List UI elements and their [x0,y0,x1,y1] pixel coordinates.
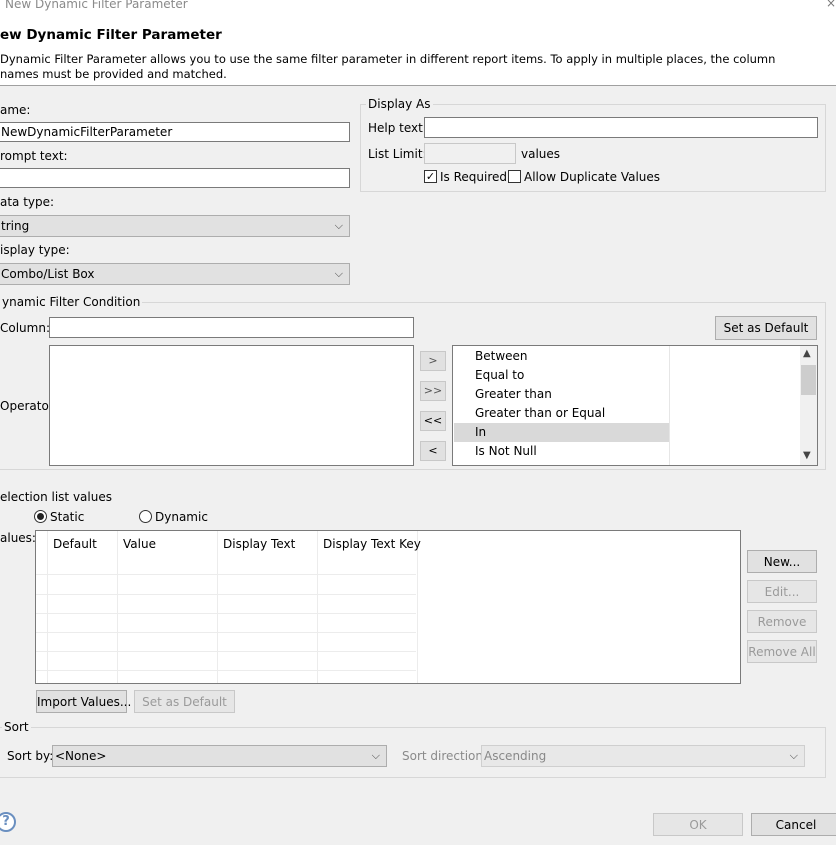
table-gridline [36,574,416,575]
available-operators-list[interactable]: Between Equal to Greater than Greater th… [452,345,818,466]
dialog-title: ew Dynamic Filter Parameter [0,27,222,43]
table-gridline [317,531,318,683]
sort-direction-value: Ascending [484,749,547,763]
data-type-value: tring [1,219,30,233]
remove-all-button[interactable]: Remove All [747,640,817,663]
static-label: Static [50,510,85,524]
scroll-down-icon[interactable]: ▼ [803,450,811,461]
check-icon: ✓ [425,170,436,183]
dynamic-radio[interactable] [139,510,152,523]
values-table[interactable]: Default Value Display Text Display Text … [35,530,741,684]
list-item[interactable]: Greater than or Equal [475,404,605,423]
add-all-operators-button[interactable]: >> [420,381,446,401]
list-item[interactable]: In [475,423,486,442]
sort-direction-label: Sort direction: [402,749,488,763]
display-type-select[interactable]: Combo/List Box ⌵ [0,263,350,285]
is-required-checkbox[interactable]: ✓ [424,170,437,183]
list-limit-label: List Limit: [368,147,427,161]
remove-button[interactable]: Remove [747,610,817,633]
table-gridline [417,531,418,683]
filter-condition-title: ynamic Filter Condition [0,295,143,309]
add-operator-button[interactable]: > [420,351,446,371]
dialog-header: ew Dynamic Filter Parameter Dynamic Filt… [0,12,836,86]
selected-row-highlight [454,423,669,442]
table-gridline [36,594,416,595]
column-header-value[interactable]: Value [123,537,156,551]
table-gridline [36,670,416,671]
list-item[interactable]: Greater than [475,385,552,404]
list-item[interactable]: Equal to [475,366,524,385]
scrollbar-thumb[interactable] [801,365,816,395]
sort-by-label: Sort by: [7,749,54,763]
table-gridline [36,632,416,633]
data-type-select[interactable]: tring ⌵ [0,215,350,237]
values-suffix: values [521,147,561,161]
allow-duplicate-label: Allow Duplicate Values [524,170,661,184]
import-values-button[interactable]: Import Values... [36,690,131,713]
list-item[interactable]: Between [475,347,528,366]
data-type-label: ata type: [0,195,55,209]
help-text-label: Help text: [368,121,427,135]
ok-button[interactable]: OK [653,813,743,836]
chevron-down-icon: ⌵ [789,749,798,762]
name-label: ame: [0,103,31,117]
operators-scrollbar[interactable]: ▲ ▼ [800,346,817,465]
sort-direction-select[interactable]: Ascending ⌵ [481,745,805,767]
edit-button[interactable]: Edit... [747,580,817,603]
column-label: Column: [0,321,50,335]
table-gridline [117,531,118,683]
table-gridline [36,613,416,614]
allow-duplicate-checkbox[interactable] [508,170,521,183]
table-gridline [36,651,416,652]
cancel-button[interactable]: Cancel [751,813,836,836]
selection-list-title: election list values [0,490,112,504]
name-input[interactable]: NewDynamicFilterParameter [0,122,350,142]
dialog-description: Dynamic Filter Parameter allows you to u… [0,52,776,81]
table-gridline [47,531,48,683]
chevron-down-icon: ⌵ [334,267,343,280]
remove-operator-button[interactable]: < [420,441,446,461]
list-limit-input[interactable] [424,143,516,164]
column-header-display-text-key[interactable]: Display Text Key [323,537,421,551]
dynamic-label: Dynamic [155,510,208,524]
values-label: alues: [0,531,36,545]
close-icon[interactable]: × [826,0,836,10]
column-header-display-text[interactable]: Display Text [223,537,295,551]
display-type-label: isplay type: [0,243,70,257]
remove-all-operators-button[interactable]: << [420,411,446,431]
table-gridline [217,531,218,683]
help-text-input[interactable] [424,117,818,138]
selected-operators-list[interactable] [49,345,414,466]
display-as-title: Display As [366,97,433,111]
column-header-default[interactable]: Default [53,537,97,551]
new-button[interactable]: New... [747,550,817,573]
column-input[interactable] [49,317,414,338]
static-radio[interactable] [34,510,47,523]
sort-title: Sort [2,720,31,734]
display-type-value: Combo/List Box [1,267,95,281]
selection-set-default-button[interactable]: Set as Default [134,690,235,713]
chevron-down-icon: ⌵ [334,219,343,232]
chevron-down-icon: ⌵ [371,749,380,762]
sort-by-value: <None> [55,749,107,763]
list-item[interactable]: Is Not Null [475,442,537,461]
window-title: New Dynamic Filter Parameter [5,0,188,11]
sort-by-select[interactable]: <None> ⌵ [52,745,387,767]
prompt-text-input[interactable] [0,168,350,188]
is-required-label: Is Required [440,170,508,184]
help-icon[interactable]: ? [0,812,16,832]
set-as-default-button[interactable]: Set as Default [715,316,817,340]
title-bar: New Dynamic Filter Parameter × [0,0,836,12]
scroll-up-icon[interactable]: ▲ [803,348,811,359]
prompt-text-label: rompt text: [0,149,68,163]
column-divider [669,346,670,465]
